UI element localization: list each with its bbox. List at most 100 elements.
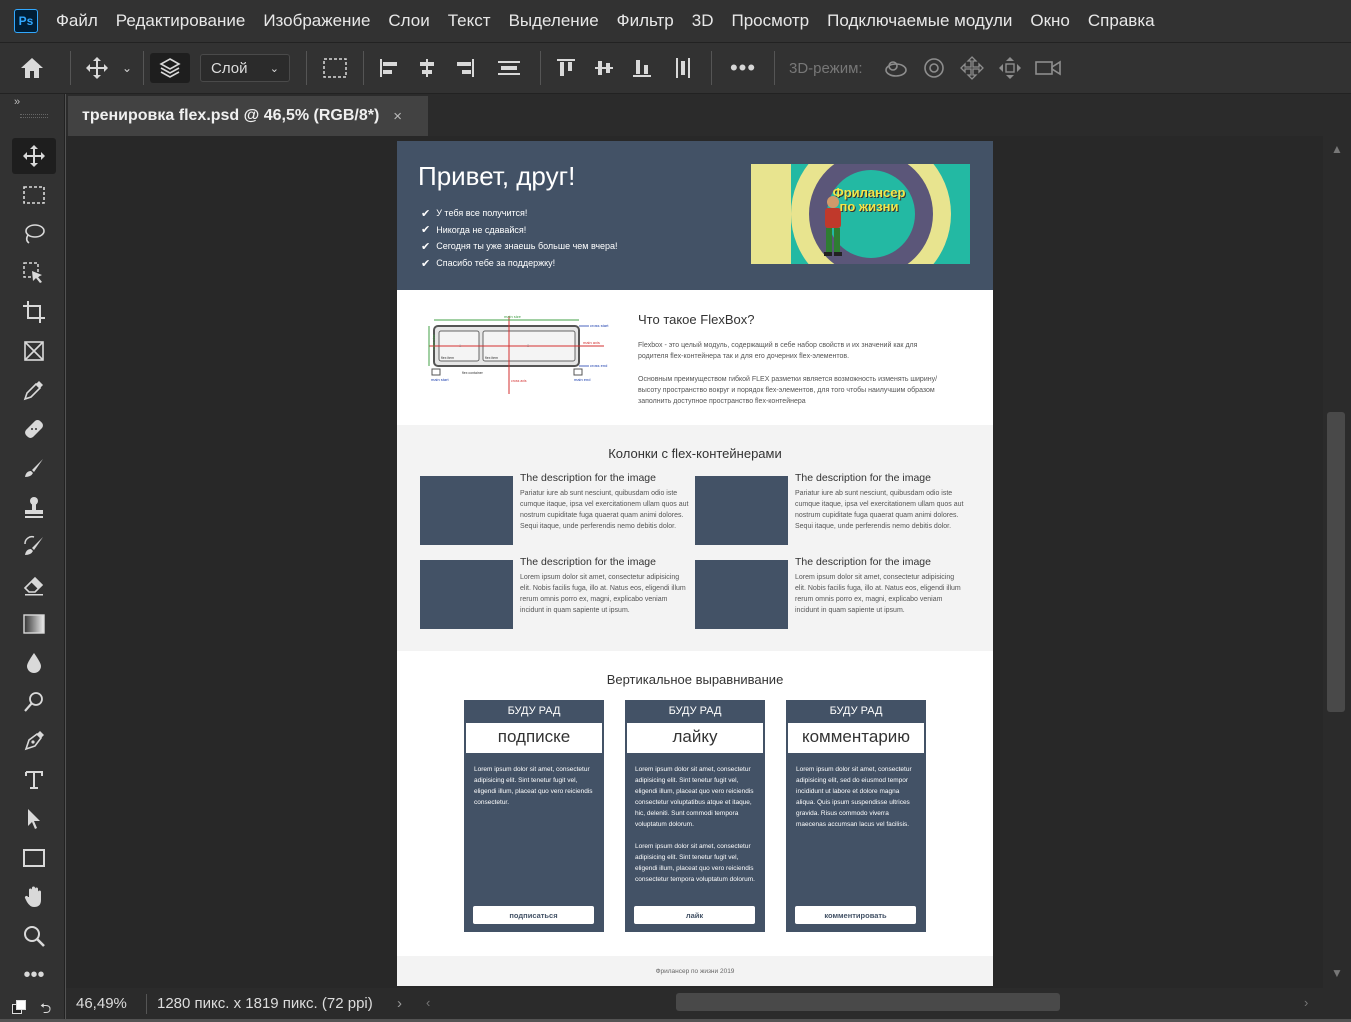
more-options-icon[interactable]: ••• — [718, 53, 768, 83]
checklist-item: ✔ Сегодня ты уже знаешь больше чем вчера! — [421, 238, 618, 255]
banner-text: Фрилансер по жизни — [832, 185, 906, 214]
align-horizontal-center-icon[interactable] — [408, 53, 446, 83]
align-bottom-icon[interactable] — [623, 53, 661, 83]
card-text: Pariatur iure ab sunt nesciunt, quibusda… — [520, 490, 689, 530]
chevron-right-icon[interactable]: › — [397, 995, 402, 1012]
distribute-vertical-icon[interactable] — [661, 53, 705, 83]
subscribe-button[interactable]: подписаться — [473, 906, 594, 924]
card-text: Pariatur iure ab sunt nesciunt, quibusda… — [795, 490, 964, 530]
checklist-item: ✔ Спасибо тебе за поддержку! — [421, 255, 618, 272]
auto-select-target-dropdown[interactable]: Слой ⌄ — [200, 54, 290, 82]
align-right-icon[interactable] — [446, 53, 484, 83]
scroll-down-icon[interactable]: ▼ — [1331, 966, 1343, 980]
menu-3d[interactable]: 3D — [692, 11, 714, 31]
tools-panel: » ••• ⮌ — [0, 94, 65, 1019]
show-transform-controls-icon[interactable] — [313, 53, 357, 83]
panel-grip[interactable] — [20, 114, 48, 118]
menu-window[interactable]: Окно — [1030, 11, 1070, 31]
3d-roll-icon[interactable] — [915, 53, 953, 83]
diagram-main-end-label: main end — [574, 377, 590, 382]
zoom-level[interactable]: 46,49% — [66, 995, 146, 1012]
object-selection-icon[interactable] — [12, 255, 56, 291]
rectangular-marquee-icon[interactable] — [12, 177, 56, 213]
gradient-icon[interactable] — [12, 606, 56, 642]
document-tab-title: тренировка flex.psd @ 46,5% (RGB/8*) — [82, 107, 380, 124]
menu-image[interactable]: Изображение — [263, 11, 370, 31]
vertical-scrollbar[interactable]: ▲ ▼ — [1323, 136, 1351, 988]
healing-brush-icon[interactable] — [12, 411, 56, 447]
diagram-cross-start-label: cross start — [590, 323, 609, 328]
crop-icon[interactable] — [12, 294, 56, 330]
card-text: Lorem ipsum dolor sit amet, consectetur … — [520, 574, 686, 614]
cta-card: БУДУ РАД комментарию Lorem ipsum dolor s… — [786, 700, 926, 932]
lasso-icon[interactable] — [12, 216, 56, 252]
menu-layers[interactable]: Слои — [388, 11, 429, 31]
document-canvas[interactable]: Привет, друг! ✔ У тебя все получится! ✔ Ни… — [397, 141, 993, 986]
pen-icon[interactable] — [12, 723, 56, 759]
menu-filter[interactable]: Фильтр — [617, 11, 674, 31]
eraser-icon[interactable] — [12, 567, 56, 603]
menu-edit[interactable]: Редактирование — [116, 11, 246, 31]
menu-plugins[interactable]: Подключаемые модули — [827, 11, 1012, 31]
columns-title: Колонки с flex-контейнерами — [608, 446, 782, 461]
align-left-icon[interactable] — [370, 53, 408, 83]
dodge-icon[interactable] — [12, 684, 56, 720]
checklist-item-text: У тебя все получится! — [436, 208, 528, 219]
menu-file[interactable]: Файл — [56, 11, 98, 31]
cta-card-heading: БУДУ РАД — [829, 705, 883, 717]
swap-colors-icon[interactable]: ⮌ — [40, 998, 51, 1022]
diagram-flex-item-label: flex item — [485, 356, 498, 360]
vertical-scroll-thumb[interactable] — [1327, 412, 1345, 712]
comment-button[interactable]: комментировать — [795, 906, 916, 924]
document-tab[interactable]: тренировка flex.psd @ 46,5% (RGB/8*) × — [68, 96, 428, 136]
like-button[interactable]: лайк — [634, 906, 755, 924]
3d-orbit-icon[interactable] — [877, 53, 915, 83]
menu-type[interactable]: Текст — [448, 11, 491, 31]
horizontal-scroll-thumb[interactable] — [676, 993, 1060, 1011]
scroll-right-icon[interactable]: › — [1304, 995, 1308, 1010]
menu-select[interactable]: Выделение — [509, 11, 599, 31]
photoshop-logo-icon: Ps — [14, 9, 38, 33]
3d-pan-icon[interactable] — [953, 53, 991, 83]
zoom-icon[interactable] — [12, 918, 56, 954]
scroll-left-icon[interactable]: ‹ — [426, 995, 430, 1010]
menu-help[interactable]: Справка — [1088, 11, 1155, 31]
3d-mode-label: 3D-режим: — [789, 59, 863, 77]
banner-stripe — [751, 164, 791, 264]
rectangle-icon[interactable] — [12, 840, 56, 876]
3d-slide-icon[interactable] — [991, 53, 1029, 83]
diagram-cross-size-label: cross size — [432, 334, 436, 350]
align-vertical-center-icon[interactable] — [585, 53, 623, 83]
clone-stamp-icon[interactable] — [12, 489, 56, 525]
collapse-panel-icon[interactable]: » — [14, 96, 20, 108]
separator — [540, 51, 541, 85]
home-icon[interactable] — [0, 53, 64, 83]
blur-icon[interactable] — [12, 645, 56, 681]
path-selection-icon[interactable] — [12, 801, 56, 837]
cta-card-text: Lorem ipsum dolor sit amet, consectetur … — [474, 766, 593, 806]
vertical-align-title: Вертикальное выравнивание — [606, 672, 784, 687]
move-tool-icon[interactable] — [12, 138, 56, 174]
3d-scale-camera-icon[interactable] — [1029, 53, 1067, 83]
hand-icon[interactable] — [12, 879, 56, 915]
color-swatches-icon[interactable] — [12, 998, 28, 1014]
brush-icon[interactable] — [12, 450, 56, 486]
hero-section: Привет, друг! ✔ У тебя все получится! ✔ Ни… — [397, 141, 993, 290]
align-top-icon[interactable] — [547, 53, 585, 83]
history-brush-icon[interactable] — [12, 528, 56, 564]
more-tools-icon[interactable]: ••• — [12, 957, 56, 993]
close-icon[interactable]: × — [393, 108, 402, 125]
distribute-horizontal-icon[interactable] — [484, 53, 534, 83]
chevron-down-icon[interactable]: ⌄ — [117, 53, 137, 83]
menu-view[interactable]: Просмотр — [732, 11, 810, 31]
frame-icon[interactable] — [12, 333, 56, 369]
document-info: 1280 пикс. x 1819 пикс. (72 ppi) — [157, 995, 373, 1012]
eyedropper-icon[interactable] — [12, 372, 56, 408]
checklist-item-text: Сегодня ты уже знаешь больше чем вчера! — [436, 241, 618, 252]
flexbox-title: Что такое FlexBox? — [638, 312, 755, 327]
type-icon[interactable] — [12, 762, 56, 798]
separator — [146, 993, 147, 1014]
move-tool-icon[interactable] — [77, 53, 117, 83]
auto-select-layers-icon[interactable] — [150, 53, 190, 83]
scroll-up-icon[interactable]: ▲ — [1331, 142, 1343, 156]
